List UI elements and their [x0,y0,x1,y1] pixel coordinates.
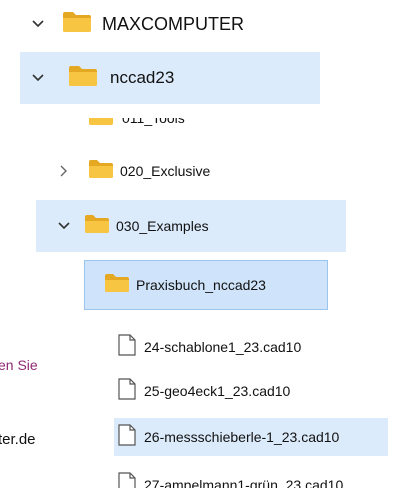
file-item-label: 26-messschieberle-1_23.cad10 [144,429,340,445]
file-item[interactable]: 26-messschieberle-1_23.cad10 [118,423,340,451]
folder-icon [88,159,114,184]
folder-icon [62,11,92,38]
chevron-down-icon[interactable] [32,18,44,30]
tree-item-label: 011_Tools [122,118,185,126]
tree-item-label: Praxisbuch_nccad23 [136,277,266,293]
chevron-down-icon[interactable] [32,72,44,84]
file-icon [118,423,136,451]
background-text-purple: en Sie [0,357,38,373]
tree-item-tools-clip: 011_Tools [80,118,280,130]
chevron-down-icon[interactable] [58,220,70,232]
tree-item-maxcomputer[interactable]: MAXCOMPUTER [32,8,244,40]
tree-item-exclusive[interactable]: 020_Exclusive [58,157,210,185]
file-item-label: 24-schablone1_23.cad10 [144,339,302,355]
tree-item-examples[interactable]: 030_Examples [58,212,209,240]
tree-item-label: MAXCOMPUTER [102,13,245,34]
file-item-label: 25-geo4eck1_23.cad10 [144,383,291,399]
file-item[interactable]: 25-geo4eck1_23.cad10 [118,377,291,405]
folder-icon [84,214,110,239]
tree-item-label: 030_Examples [116,218,209,234]
background-text-domain: ter.de [0,431,36,448]
folder-icon [68,65,98,92]
tree-item-praxisbuch[interactable]: Praxisbuch_nccad23 [104,271,266,299]
folder-icon [88,118,114,130]
tree-item-label: 020_Exclusive [120,163,211,179]
chevron-right-icon[interactable] [58,165,70,177]
file-icon [118,333,136,361]
folder-icon [104,273,130,298]
tree-item-tools[interactable]: 011_Tools [80,118,185,130]
file-item-clip: 27-ampelmann1-grün_23.cad10 [118,472,406,488]
file-icon [118,377,136,405]
file-item[interactable]: 27-ampelmann1-grün_23.cad10 [118,472,343,488]
tree-item-nccad23[interactable]: nccad23 [32,62,174,94]
file-item-label: 27-ampelmann1-grün_23.cad10 [144,477,344,488]
file-icon [118,472,136,488]
tree-item-label: nccad23 [110,68,175,87]
file-item[interactable]: 24-schablone1_23.cad10 [118,333,302,361]
